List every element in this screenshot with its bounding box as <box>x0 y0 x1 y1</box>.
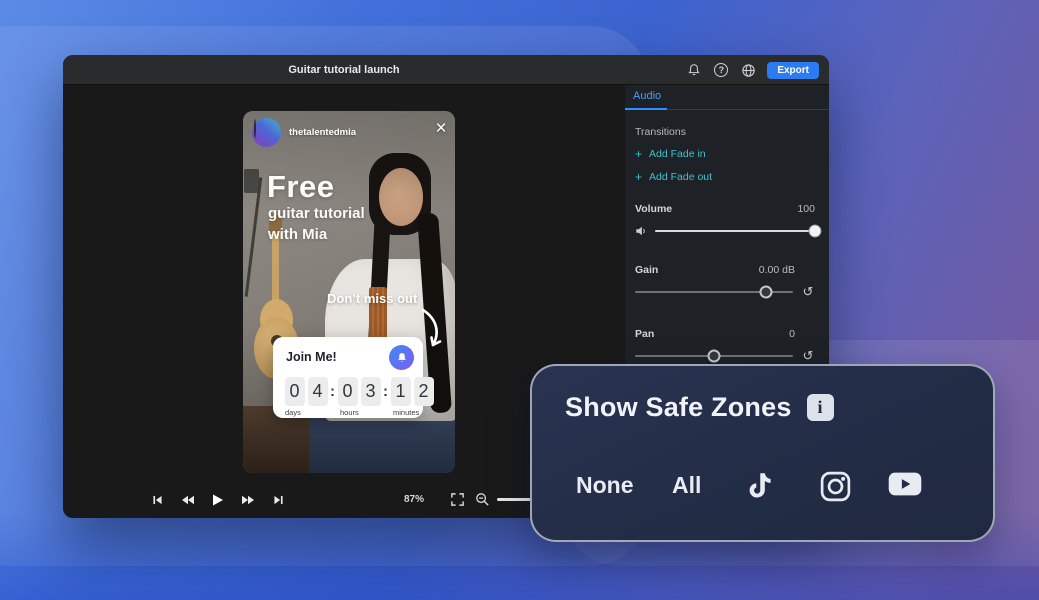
countdown-unit: hours <box>340 408 359 417</box>
add-fade-out-label: Add Fade out <box>649 171 712 183</box>
plus-icon: + <box>635 147 642 161</box>
gain-slider-row: ↺ <box>635 285 815 298</box>
slider-fill <box>655 230 815 232</box>
bell-icon[interactable] <box>686 62 702 78</box>
panel-tabs: Audio <box>625 85 829 110</box>
gain-reset-icon[interactable]: ↺ <box>801 285 815 298</box>
callout-text: Don’t miss out <box>327 291 417 306</box>
safe-zone-option-all[interactable]: All <box>672 472 701 499</box>
digit-box: 3 <box>361 377 381 406</box>
skip-to-end-button[interactable] <box>271 492 286 507</box>
rewind-button[interactable] <box>180 492 195 507</box>
add-fade-in-label: Add Fade in <box>649 148 706 160</box>
story-header: thetalentedmia <box>252 118 356 147</box>
avatar[interactable] <box>252 118 281 147</box>
transitions-label: Transitions <box>635 126 815 138</box>
pan-slider-handle[interactable] <box>708 350 721 363</box>
youtube-icon[interactable] <box>888 471 922 502</box>
username-label: thetalentedmia <box>289 127 356 138</box>
zoom-out-icon[interactable] <box>475 492 490 512</box>
countdown-sticker[interactable]: Join Me! 0 4 : 0 3 : 1 2 days hours <box>273 337 423 418</box>
safe-zones-options: None All <box>532 469 993 505</box>
volume-slider-row <box>635 224 815 237</box>
digit-box: 1 <box>391 377 411 406</box>
pan-label: Pan <box>635 328 654 340</box>
volume-row: Volume 100 <box>635 203 815 215</box>
skip-to-start-button[interactable] <box>150 492 165 507</box>
add-fade-out-button[interactable]: + Add Fade out <box>635 170 815 184</box>
close-icon[interactable]: × <box>431 119 451 139</box>
fast-forward-button[interactable] <box>240 492 255 507</box>
safe-zones-header: Show Safe Zones i <box>565 392 834 423</box>
globe-icon[interactable] <box>740 62 756 78</box>
digit-box: 2 <box>414 377 434 406</box>
pan-slider-row: ↺ <box>635 349 815 362</box>
pan-value: 0 <box>789 328 795 340</box>
gain-value: 0.00 dB <box>759 264 795 276</box>
digit-box: 4 <box>308 377 328 406</box>
reminder-bell-button[interactable] <box>389 345 414 370</box>
titlebar-actions: ? Export <box>686 55 819 85</box>
project-title: Guitar tutorial launch <box>63 55 625 85</box>
play-button[interactable] <box>209 492 224 507</box>
fullscreen-icon[interactable] <box>450 492 465 512</box>
story-subline: with Mia <box>268 226 327 243</box>
gain-row: Gain 0.00 dB <box>635 264 815 276</box>
zoom-level-label: 87% <box>404 494 424 505</box>
callout-arrow-icon <box>419 307 447 353</box>
safe-zones-title: Show Safe Zones <box>565 392 792 423</box>
export-button[interactable]: Export <box>767 62 819 79</box>
gain-slider-handle[interactable] <box>760 286 773 299</box>
pan-slider[interactable] <box>635 349 793 362</box>
gain-label: Gain <box>635 264 658 276</box>
digit-box: 0 <box>285 377 305 406</box>
story-headline: Free <box>267 169 334 205</box>
info-icon[interactable]: i <box>807 394 834 421</box>
countdown-digits: 0 4 : 0 3 : 1 2 <box>283 377 435 406</box>
audio-panel-body: Transitions + Add Fade in + Add Fade out… <box>625 126 829 362</box>
avatar-photo <box>254 119 256 138</box>
countdown-unit: minutes <box>393 408 419 417</box>
countdown-unit: days <box>285 408 301 417</box>
digit-box: 0 <box>338 377 358 406</box>
story-subline: guitar tutorial <box>268 205 365 222</box>
tiktok-icon[interactable] <box>746 471 776 510</box>
countdown-title: Join Me! <box>286 350 337 364</box>
instagram-icon[interactable] <box>820 471 851 507</box>
volume-slider-handle[interactable] <box>809 225 822 238</box>
tab-active-underline <box>625 108 667 110</box>
gain-slider[interactable] <box>635 285 793 298</box>
titlebar: Guitar tutorial launch ? Export <box>63 55 829 85</box>
digit-separator: : <box>329 383 336 400</box>
tab-audio[interactable]: Audio <box>633 90 661 102</box>
plus-icon: + <box>635 170 642 184</box>
video-preview[interactable]: thetalentedmia × Free guitar tutorial wi… <box>243 111 455 473</box>
volume-value: 100 <box>797 203 815 215</box>
speaker-icon <box>635 225 647 237</box>
help-icon[interactable]: ? <box>713 62 729 78</box>
pan-row: Pan 0 <box>635 328 815 340</box>
safe-zones-popover: Show Safe Zones i None All <box>530 364 995 542</box>
digit-separator: : <box>382 383 389 400</box>
add-fade-in-button[interactable]: + Add Fade in <box>635 147 815 161</box>
safe-zone-option-none[interactable]: None <box>576 472 634 499</box>
volume-label: Volume <box>635 203 672 215</box>
pan-reset-icon[interactable]: ↺ <box>801 349 815 362</box>
volume-slider[interactable] <box>655 224 815 237</box>
